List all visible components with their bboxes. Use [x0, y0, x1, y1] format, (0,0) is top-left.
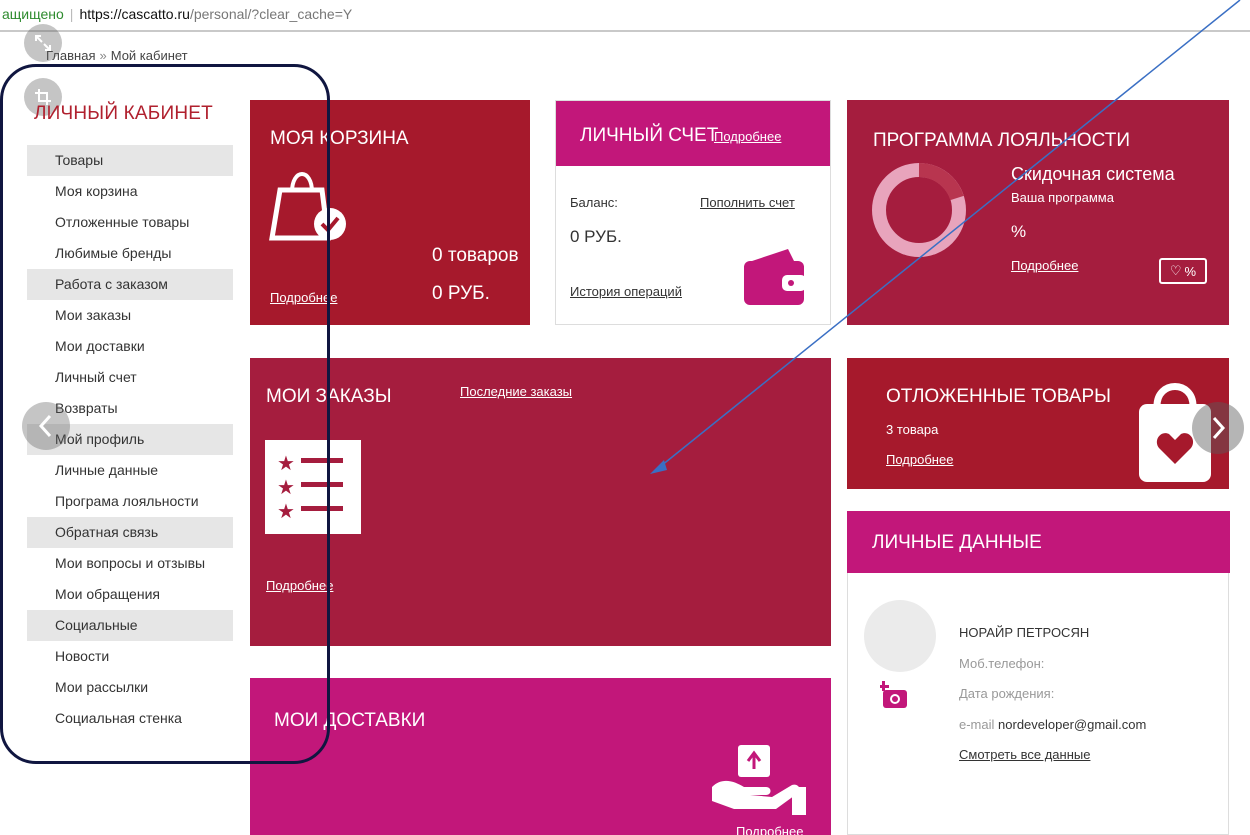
loyalty-badge: ♡%: [1159, 258, 1207, 284]
view-all-data-link[interactable]: Смотреть все данные: [959, 747, 1090, 762]
svg-text:★: ★: [277, 499, 295, 523]
order-list-icon: ★ ★ ★: [265, 440, 361, 534]
loyalty-system: Скидочная система: [1011, 164, 1175, 184]
email-value: nordeveloper@gmail.com: [998, 717, 1147, 732]
account-more-link[interactable]: Подробнее: [714, 129, 781, 144]
deliveries-card[interactable]: МОИ ДОСТАВКИ Подробнее: [250, 678, 831, 835]
email-row: e-mail nordeveloper@gmail.com: [959, 717, 1146, 732]
cart-item-count: 0 товаров: [432, 245, 519, 266]
heart-outline-icon: ♡: [1169, 263, 1182, 278]
personal-data-card[interactable]: ЛИЧНЫЕ ДАННЫЕ НОРАЙР ПЕТРОСЯН Моб.телефо…: [847, 511, 1230, 835]
cart-card[interactable]: МОЯ КОРЗИНА 0 товаров 0 РУБ. Подробнее: [250, 100, 530, 325]
sidebar-item[interactable]: Личный счет: [27, 362, 233, 393]
loyalty-percent: %: [1011, 222, 1027, 241]
cart-sum: 0 РУБ.: [432, 283, 490, 304]
delivery-hand-icon: [712, 745, 806, 815]
sidebar-item[interactable]: Програма лояльности: [27, 486, 233, 517]
recent-orders-link[interactable]: Последние заказы: [460, 384, 572, 399]
expand-icon[interactable]: [24, 24, 62, 62]
deferred-card[interactable]: ОТЛОЖЕННЫЕ ТОВАРЫ 3 товара Подробнее: [847, 358, 1229, 489]
wallet-icon: [744, 249, 806, 305]
sidebar-item[interactable]: Мои заказы: [27, 300, 233, 331]
loyalty-title: ПРОГРАММА ЛОЯЛЬНОСТИ: [873, 130, 1131, 151]
balance-label: Баланс:: [570, 195, 618, 210]
cart-title: МОЯ КОРЗИНА: [270, 128, 409, 149]
sidebar-item[interactable]: Мои обращения: [27, 579, 233, 610]
next-slide-button[interactable]: [1192, 402, 1244, 454]
sidebar-group-header[interactable]: Обратная связь: [27, 517, 233, 548]
loyalty-ring-icon: [872, 163, 966, 257]
sidebar-item[interactable]: Отложенные товары: [27, 207, 233, 238]
breadcrumb-separator: »: [99, 48, 107, 63]
account-header: ЛИЧНЫЙ СЧЕТ Подробнее: [556, 101, 830, 166]
address-bar[interactable]: ащищено | https://cascatto.ru/personal/?cl…: [0, 0, 1250, 32]
sidebar-item[interactable]: Новости: [27, 641, 233, 672]
orders-more-link[interactable]: Подробнее: [266, 578, 333, 593]
sidebar-item[interactable]: Социальная стенка: [27, 703, 233, 734]
prev-slide-button[interactable]: [22, 402, 70, 450]
orders-card[interactable]: МОИ ЗАКАЗЫ Последние заказы ★ ★ ★ Подроб…: [250, 358, 831, 646]
account-title: ЛИЧНЫЙ СЧЕТ: [580, 125, 719, 146]
cart-more-link[interactable]: Подробнее: [270, 290, 337, 305]
sidebar-group-header[interactable]: Товары: [27, 145, 233, 176]
sidebar-group-header[interactable]: Работа с заказом: [27, 269, 233, 300]
svg-text:★: ★: [277, 451, 295, 475]
phone-label: Моб.телефон:: [959, 656, 1045, 671]
birthdate-label: Дата рождения:: [959, 686, 1055, 701]
url-host: https://cascatto.ru: [79, 6, 190, 22]
loyalty-more-link[interactable]: Подробнее: [1011, 258, 1078, 273]
loyalty-card[interactable]: ПРОГРАММА ЛОЯЛЬНОСТИ Скидочная система В…: [847, 100, 1229, 325]
add-photo-icon[interactable]: [880, 681, 910, 711]
deliveries-more-link[interactable]: Подробнее: [736, 824, 803, 835]
deferred-count: 3 товара: [886, 422, 939, 437]
deliveries-title: МОИ ДОСТАВКИ: [274, 710, 426, 731]
sidebar-group-header[interactable]: Социальные: [27, 610, 233, 641]
chevron-left-icon: [38, 414, 52, 438]
sidebar-item[interactable]: Мои доставки: [27, 331, 233, 362]
user-name: НОРАЙР ПЕТРОСЯН: [959, 625, 1090, 640]
sidebar-item[interactable]: Мои вопросы и отзывы: [27, 548, 233, 579]
sidebar-item[interactable]: Любимые бренды: [27, 238, 233, 269]
personal-data-header: ЛИЧНЫЕ ДАННЫЕ: [847, 511, 1230, 573]
orders-title: МОИ ЗАКАЗЫ: [266, 386, 392, 407]
loyalty-program: Ваша программа: [1011, 190, 1114, 205]
chevron-right-icon: [1212, 416, 1226, 440]
personal-data-title: ЛИЧНЫЕ ДАННЫЕ: [872, 532, 1042, 553]
deferred-more-link[interactable]: Подробнее: [886, 452, 953, 467]
sidebar-item[interactable]: Моя корзина: [27, 176, 233, 207]
avatar: [864, 600, 936, 672]
sidebar-item[interactable]: Мои рассылки: [27, 672, 233, 703]
deferred-title: ОТЛОЖЕННЫЕ ТОВАРЫ: [886, 386, 1111, 407]
history-link[interactable]: История операций: [570, 284, 682, 299]
breadcrumb: Главная» Мой кабинет: [46, 48, 188, 63]
svg-text:★: ★: [277, 475, 295, 499]
sidebar-title: ЛИЧНЫЙ КАБИНЕТ: [34, 103, 213, 124]
breadcrumb-current: Мой кабинет: [110, 48, 188, 63]
balance-value: 0 РУБ.: [570, 227, 622, 246]
sidebar-item[interactable]: Личные данные: [27, 455, 233, 486]
url-separator: |: [69, 6, 74, 22]
security-label: ащищено: [2, 6, 64, 22]
loyalty-badge-text: %: [1184, 263, 1197, 279]
email-label: e-mail: [959, 717, 995, 732]
url-path: /personal/?clear_cache=Y: [189, 6, 353, 22]
shopping-bag-icon: [269, 172, 346, 241]
topup-link[interactable]: Пополнить счет: [700, 195, 795, 210]
account-card[interactable]: ЛИЧНЫЙ СЧЕТ Подробнее Баланс: Пополнить …: [555, 100, 831, 325]
